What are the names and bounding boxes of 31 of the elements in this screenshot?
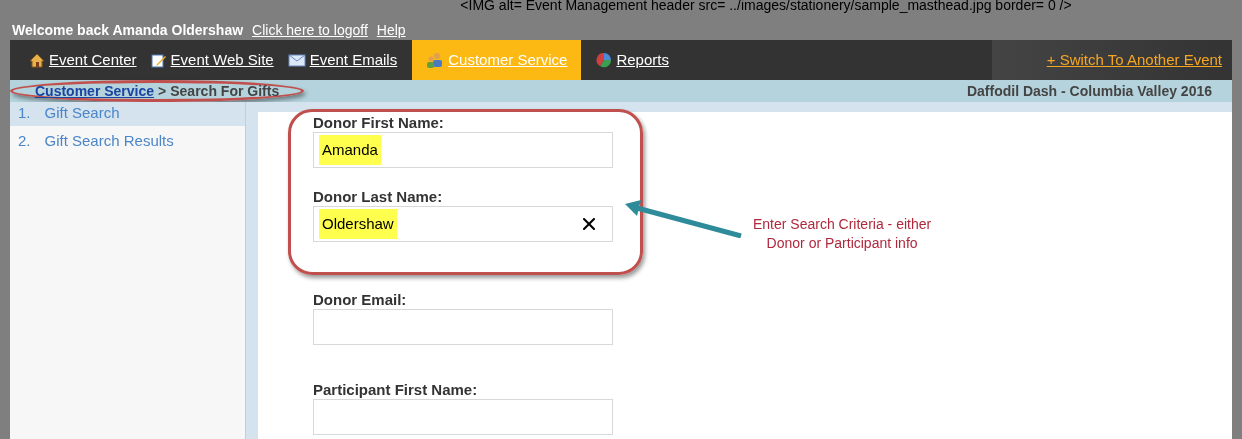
sidebar-item[interactable]: 2. Gift Search Results (10, 126, 245, 156)
event-name: Daffodil Dash - Columbia Valley 2016 (966, 81, 1212, 101)
header-link[interactable]: Click here to logoff (252, 19, 368, 41)
field-label: Donor First Name: (313, 114, 445, 132)
nav-tab[interactable]: Event Center (22, 40, 144, 80)
switch-event-link[interactable]: + Switch To Another Event (1046, 48, 1222, 72)
welcome-text: Welcome back Amanda Oldershaw (12, 20, 244, 40)
input-field[interactable]: Amanda (313, 132, 613, 168)
input-field[interactable]: Oldershaw (313, 206, 613, 242)
breadcrumb-current: Search For Gifts (170, 81, 280, 101)
field-label: Donor Email: (313, 291, 408, 309)
input-field[interactable] (313, 309, 613, 345)
nav-tab[interactable]: Reports (589, 40, 676, 80)
annotation-text: Enter Search Criteria - either Donor or Participant info (753, 214, 932, 253)
input-field[interactable] (313, 399, 613, 435)
notepad-pencil-icon (150, 52, 167, 68)
field-value: Amanda (319, 134, 381, 166)
header-code-text: <IMG alt= Event Management header src= ../images/stationery/sample_masthead.jpg border= 0 /> (460, 0, 1072, 11)
sidebar-item[interactable]: 1. Gift Search (10, 102, 245, 126)
nav-tab[interactable]: Event Web Site (143, 40, 281, 80)
envelope-icon (287, 53, 306, 67)
field-label: Participant First Name: (313, 381, 479, 399)
people-icon (426, 52, 445, 68)
breadcrumb-separator: > (158, 81, 167, 101)
house-icon (29, 52, 45, 68)
header-link[interactable]: Help (376, 19, 406, 41)
field-label: Donor Last Name: (313, 188, 444, 206)
breadcrumb-link[interactable]: Customer Service (35, 80, 155, 102)
field-value: Oldershaw (319, 208, 397, 240)
pie-chart-icon (596, 52, 613, 68)
nav-tab[interactable]: Event Emails (280, 40, 405, 80)
